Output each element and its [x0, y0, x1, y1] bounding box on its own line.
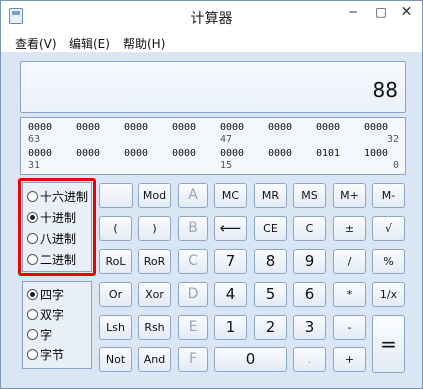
menu-edit[interactable]: 编辑(E): [69, 35, 110, 52]
close-button[interactable]: ✕: [391, 1, 422, 23]
or-button[interactable]: Or: [99, 282, 132, 307]
radio-button-icon: [27, 309, 38, 320]
digit-2-button[interactable]: 2: [254, 315, 287, 340]
clear-button[interactable]: C: [293, 216, 326, 241]
plus-minus-button[interactable]: ±: [333, 216, 366, 241]
mr-button[interactable]: MR: [254, 183, 287, 208]
minus-button[interactable]: -: [333, 315, 366, 340]
result-display: 88: [20, 61, 406, 113]
lsh-button[interactable]: Lsh: [99, 315, 132, 340]
left-paren-button[interactable]: (: [99, 216, 132, 241]
blank-button[interactable]: [99, 183, 133, 208]
display-value: 88: [372, 78, 398, 102]
highlight-box: [18, 178, 96, 276]
bit-group[interactable]: 0000: [268, 148, 292, 159]
bit-group[interactable]: 0000: [364, 122, 388, 133]
bit-group[interactable]: 0000: [316, 122, 340, 133]
digit-0-button[interactable]: 0: [214, 347, 287, 372]
menu-help[interactable]: 帮助(H): [123, 35, 165, 52]
bit-group[interactable]: 1000: [364, 148, 388, 159]
title-bar: 计算器 ─ □ ✕: [1, 1, 422, 32]
minimize-button[interactable]: ─: [339, 1, 367, 23]
hex-b-button[interactable]: B: [178, 216, 208, 241]
clear-entry-button[interactable]: CE: [254, 216, 287, 241]
rsh-button[interactable]: Rsh: [138, 315, 171, 340]
radio-selected-icon: [27, 289, 38, 300]
bit-group[interactable]: 0000: [28, 148, 52, 159]
bit-group[interactable]: 0000: [220, 148, 244, 159]
radio-dword[interactable]: 双字: [27, 306, 93, 324]
sqrt-button[interactable]: √: [372, 216, 405, 241]
hex-e-button[interactable]: E: [178, 315, 208, 340]
radio-button-icon: [27, 349, 38, 360]
hex-f-button[interactable]: F: [178, 347, 208, 372]
digit-8-button[interactable]: 8: [254, 249, 287, 274]
radio-label: 四字: [40, 288, 65, 302]
radio-label: 双字: [40, 308, 65, 322]
plus-button[interactable]: +: [333, 347, 366, 372]
decimal-button[interactable]: .: [293, 347, 326, 372]
ror-button[interactable]: RoR: [138, 249, 171, 274]
bit-group[interactable]: 0000: [124, 122, 148, 133]
digit-1-button[interactable]: 1: [214, 315, 247, 340]
radio-qword[interactable]: 四字: [27, 286, 93, 304]
bit-index: 31: [28, 160, 41, 171]
bit-index: 0: [393, 160, 400, 171]
bit-group[interactable]: 0000: [268, 122, 292, 133]
radio-button-icon: [27, 329, 38, 340]
bit-group[interactable]: 0000: [172, 148, 196, 159]
backspace-button[interactable]: ⟵: [214, 216, 247, 241]
bit-group[interactable]: 0000: [28, 122, 52, 133]
xor-button[interactable]: Xor: [138, 282, 171, 307]
multiply-button[interactable]: *: [333, 282, 366, 307]
bit-group[interactable]: 0101: [316, 148, 340, 159]
reciprocal-button[interactable]: 1/x: [372, 282, 405, 307]
digit-3-button[interactable]: 3: [293, 315, 326, 340]
bit-index: 15: [220, 160, 233, 171]
bit-group[interactable]: 0000: [124, 148, 148, 159]
digit-7-button[interactable]: 7: [214, 249, 247, 274]
digit-4-button[interactable]: 4: [214, 282, 247, 307]
mc-button[interactable]: MC: [214, 183, 247, 208]
hex-a-button[interactable]: A: [178, 183, 208, 208]
digit-6-button[interactable]: 6: [293, 282, 326, 307]
radio-label: 字: [40, 328, 53, 342]
bit-group[interactable]: 0000: [76, 122, 100, 133]
menu-bar: 查看(V) 编辑(E) 帮助(H): [1, 32, 422, 52]
m-plus-button[interactable]: M+: [333, 183, 366, 208]
hex-d-button[interactable]: D: [178, 282, 208, 307]
divide-button[interactable]: /: [333, 249, 366, 274]
bit-index: 47: [220, 134, 233, 145]
digit-5-button[interactable]: 5: [254, 282, 287, 307]
rol-button[interactable]: RoL: [99, 249, 132, 274]
radio-byte[interactable]: 字节: [27, 346, 93, 364]
calculator-window: 计算器 ─ □ ✕ 查看(V) 编辑(E) 帮助(H) 88 0000 0000…: [0, 0, 423, 389]
bit-group[interactable]: 0000: [76, 148, 100, 159]
bit-group[interactable]: 0000: [220, 122, 244, 133]
bit-group[interactable]: 0000: [172, 122, 196, 133]
and-button[interactable]: And: [138, 347, 171, 372]
word-size-group: 四字 双字 字 字节: [22, 281, 92, 369]
mod-button[interactable]: Mod: [138, 183, 171, 208]
menu-view[interactable]: 查看(V): [15, 35, 57, 52]
m-minus-button[interactable]: M-: [372, 183, 405, 208]
radio-label: 字节: [40, 348, 65, 362]
not-button[interactable]: Not: [99, 347, 132, 372]
bit-index: 32: [387, 134, 400, 145]
bit-display: 0000 0000 0000 0000 0000 0000 0000 0000 …: [20, 117, 406, 175]
ms-button[interactable]: MS: [293, 183, 326, 208]
hex-c-button[interactable]: C: [178, 249, 208, 274]
right-paren-button[interactable]: ): [138, 216, 171, 241]
percent-button[interactable]: %: [372, 249, 405, 274]
radio-word[interactable]: 字: [27, 326, 93, 344]
equals-button[interactable]: =: [372, 315, 405, 373]
digit-9-button[interactable]: 9: [293, 249, 326, 274]
bit-index: 63: [28, 134, 41, 145]
